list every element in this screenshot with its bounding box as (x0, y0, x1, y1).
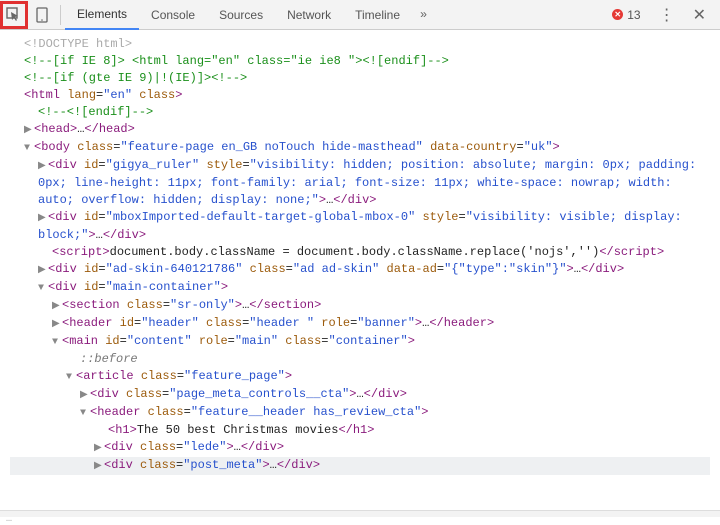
error-count: 13 (627, 8, 640, 22)
collapse-icon[interactable]: ▼ (52, 334, 62, 351)
expand-icon[interactable]: ▶ (38, 210, 48, 227)
tab-elements[interactable]: Elements (65, 0, 139, 30)
script-element[interactable]: <script>document.body.className = docume… (10, 244, 710, 261)
expand-icon[interactable]: ▶ (94, 440, 104, 457)
tab-network[interactable]: Network (275, 1, 343, 29)
section-element[interactable]: ▶<section class="sr-only">…</section> (10, 297, 710, 315)
head-element[interactable]: ▶<head>…</head> (10, 121, 710, 139)
div-element[interactable]: ▶<div class="page_meta_controls__cta">…<… (10, 386, 710, 404)
inspect-element-icon[interactable] (0, 1, 28, 29)
expand-icon[interactable]: ▶ (52, 298, 62, 315)
header-element[interactable]: ▼<header class="feature__header has_revi… (10, 404, 710, 422)
div-element[interactable]: ▶<div id="ad-skin-640121786" class="ad a… (10, 261, 710, 279)
expand-icon[interactable]: ▶ (38, 262, 48, 279)
div-element[interactable]: ▶<div class="lede">…</div> (10, 439, 710, 457)
device-toggle-icon[interactable] (28, 1, 56, 29)
div-element[interactable]: ▶<div id="gigya_ruler" style="visibility… (10, 157, 710, 209)
kebab-menu-icon[interactable]: ⋮ (649, 5, 685, 25)
more-tabs-icon[interactable]: » (412, 8, 435, 22)
comment: <!--[if (gte IE 9)|!(IE)]><!--> (24, 71, 247, 85)
expand-icon[interactable]: ▶ (38, 158, 48, 175)
tab-timeline[interactable]: Timeline (343, 1, 412, 29)
h1-element[interactable]: <h1>The 50 best Christmas movies</h1> (10, 422, 710, 439)
doctype: <!DOCTYPE html> (24, 37, 132, 51)
expand-icon[interactable]: ▶ (80, 387, 90, 404)
body-element[interactable]: ▼<body class="feature-page en_GB noTouch… (10, 139, 710, 157)
html-element[interactable]: <html lang="en" class> (10, 87, 710, 104)
devtools-toolbar: Elements Console Sources Network Timelin… (0, 0, 720, 30)
article-element[interactable]: ▼<article class="feature_page"> (10, 368, 710, 386)
pseudo-before: ::before (80, 352, 138, 366)
tab-console[interactable]: Console (139, 1, 207, 29)
div-element[interactable]: ▼<div id="main-container"> (10, 279, 710, 297)
breadcrumb-bar[interactable]: … (0, 510, 720, 517)
toolbar-right: ✕ 13 ⋮ ✕ (612, 5, 720, 25)
error-icon: ✕ (612, 9, 623, 20)
expand-icon[interactable]: ▶ (24, 122, 34, 139)
expand-icon[interactable]: ▶ (94, 458, 104, 475)
collapse-icon[interactable]: ▼ (24, 140, 34, 157)
div-element[interactable]: ▶<div id="mboxImported-default-target-gl… (10, 209, 710, 244)
breadcrumb-overflow: … (0, 514, 12, 525)
divider (60, 5, 61, 25)
error-badge[interactable]: ✕ 13 (612, 8, 640, 22)
collapse-icon[interactable]: ▼ (80, 405, 90, 422)
header-element[interactable]: ▶<header id="header" class="header " rol… (10, 315, 710, 333)
comment: <!--<![endif]--> (38, 105, 153, 119)
close-icon[interactable]: ✕ (685, 5, 714, 25)
div-element-selected[interactable]: ▶<div class="post_meta">…</div> (10, 457, 710, 475)
elements-tree[interactable]: <!DOCTYPE html> <!--[if IE 8]> <html lan… (0, 30, 720, 517)
comment: <!--[if IE 8]> <html lang="en" class="ie… (24, 54, 449, 68)
collapse-icon[interactable]: ▼ (38, 280, 48, 297)
collapse-icon[interactable]: ▼ (66, 369, 76, 386)
expand-icon[interactable]: ▶ (52, 316, 62, 333)
main-element[interactable]: ▼<main id="content" role="main" class="c… (10, 333, 710, 351)
tab-strip: Elements Console Sources Network Timelin… (65, 0, 612, 30)
tab-sources[interactable]: Sources (207, 1, 275, 29)
